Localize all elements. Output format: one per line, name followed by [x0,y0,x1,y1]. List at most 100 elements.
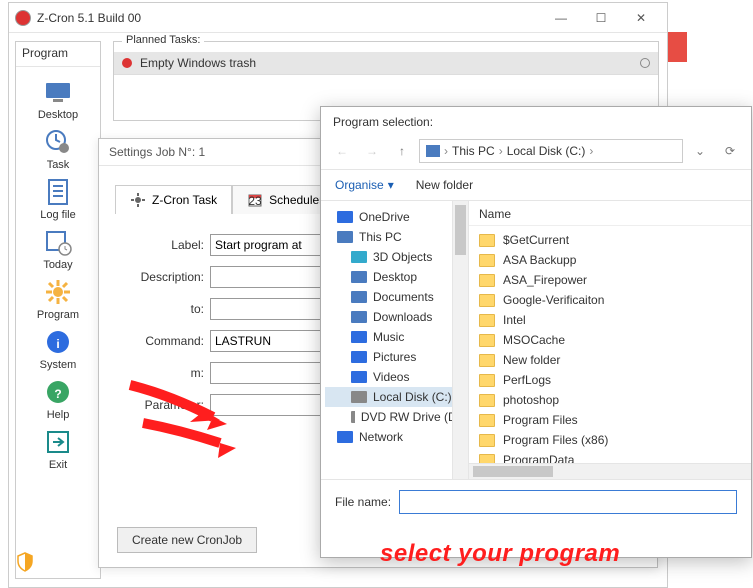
task-indicator-icon [640,58,650,68]
sidebar-item-today[interactable]: Today [16,227,100,271]
list-item-label: Google-Verificaiton [503,293,604,307]
folder-icon [479,234,495,247]
tree-item[interactable]: Pictures [325,347,468,367]
tab-label: Z-Cron Task [152,193,217,207]
nav-back-button[interactable]: ← [329,139,355,163]
tree-item[interactable]: Documents [325,287,468,307]
tree-item[interactable]: Local Disk (C:) [325,387,468,407]
list-item-label: Program Files (x86) [503,433,608,447]
gear-icon [43,277,73,307]
tree-item[interactable]: Videos [325,367,468,387]
list-item[interactable]: Program Files (x86) [469,430,751,450]
list-item[interactable]: MSOCache [469,330,751,350]
calendar-icon: 23 [247,192,263,208]
refresh-button[interactable]: ⟳ [717,139,743,163]
list-item-label: Intel [503,313,526,327]
tree-item-label: Documents [373,290,434,304]
folder-tree-icon [351,390,367,404]
sidebar-item-exit[interactable]: Exit [16,427,100,471]
tree-item[interactable]: 3D Objects [325,247,468,267]
list-item-label: ASA Backupp [503,253,576,267]
folder-icon [479,294,495,307]
breadcrumb-dropdown-button[interactable]: ⌄ [687,139,713,163]
folder-tree-icon [351,350,367,364]
folder-tree-icon [337,230,353,244]
sidebar-item-help[interactable]: ? Help [16,377,100,421]
nav-forward-button[interactable]: → [359,139,385,163]
tab-zcron-task[interactable]: Z-Cron Task [115,185,232,214]
planned-task-row[interactable]: Empty Windows trash [114,52,658,75]
tree-item[interactable]: This PC [325,227,468,247]
nav-up-button[interactable]: ↑ [389,139,415,163]
folder-icon [479,374,495,387]
filename-input[interactable] [399,490,737,514]
tree-item[interactable]: Downloads [325,307,468,327]
tree-item[interactable]: OneDrive [325,207,468,227]
tree-item-label: Desktop [373,270,417,284]
folder-tree-icon [351,270,367,284]
sidebar: Program Desktop Task Log file Today [15,41,101,579]
tree-item[interactable]: Network [325,427,468,447]
chevron-right-icon: › [444,144,448,158]
list-item[interactable]: New folder [469,350,751,370]
tree-item-label: Downloads [373,310,432,324]
list-item[interactable]: photoshop [469,390,751,410]
list-item[interactable]: $GetCurrent [469,230,751,250]
sidebar-header: Program [16,42,100,67]
folder-tree-icon [351,370,367,384]
new-folder-button[interactable]: New folder [416,178,473,192]
sidebar-item-label: Today [43,259,72,271]
clock-gear-icon [43,127,73,157]
tree-item-label: 3D Objects [373,250,432,264]
chevron-down-icon: ▾ [388,178,394,192]
sidebar-item-program[interactable]: Program [16,277,100,321]
create-cronjob-button[interactable]: Create new CronJob [117,527,257,553]
list-scrollbar[interactable] [469,463,751,479]
tree-item-label: Pictures [373,350,416,364]
calendar-clock-icon [43,227,73,257]
breadcrumb-local-disk[interactable]: Local Disk (C:) [507,144,586,158]
organise-menu[interactable]: Organise ▾ [335,178,394,192]
minimize-button[interactable]: — [541,4,581,32]
exit-icon [43,427,73,457]
chevron-right-icon: › [589,144,593,158]
maximize-button[interactable]: ☐ [581,4,621,32]
m-label: m: [115,366,210,380]
tree-item[interactable]: DVD RW Drive (D:) [325,407,468,427]
tree-item[interactable]: Music [325,327,468,347]
list-item[interactable]: Google-Verificaiton [469,290,751,310]
sidebar-item-task[interactable]: Task [16,127,100,171]
info-icon: i [43,327,73,357]
breadcrumb-bar[interactable]: › This PC › Local Disk (C:) › [419,139,683,163]
tree-scrollbar[interactable] [452,201,468,479]
svg-text:23: 23 [248,194,262,208]
list-item[interactable]: ASA Backupp [469,250,751,270]
file-open-dialog: Program selection: ← → ↑ › This PC › Loc… [320,106,752,558]
sidebar-item-label: Desktop [38,109,78,121]
list-item-label: MSOCache [503,333,565,347]
list-item[interactable]: Intel [469,310,751,330]
organise-label: Organise [335,178,384,192]
desktop-icon [43,77,73,107]
folder-tree-icon [351,290,367,304]
description-label: Description: [115,270,210,284]
list-item-label: New folder [503,353,560,367]
list-item-label: PerfLogs [503,373,551,387]
list-item[interactable]: ASA_Firepower [469,270,751,290]
sidebar-item-desktop[interactable]: Desktop [16,77,100,121]
label-label: Label: [115,238,210,252]
list-column-name[interactable]: Name [469,201,751,226]
help-icon: ? [43,377,73,407]
list-item[interactable]: PerfLogs [469,370,751,390]
sidebar-item-logfile[interactable]: Log file [16,177,100,221]
sidebar-item-system[interactable]: i System [16,327,100,371]
folder-icon [479,354,495,367]
list-item[interactable]: Program Files [469,410,751,430]
close-button[interactable]: ✕ [621,4,661,32]
breadcrumb-this-pc[interactable]: This PC [452,144,495,158]
list-item-label: Program Files [503,413,578,427]
folder-icon [479,414,495,427]
tree-item[interactable]: Desktop [325,267,468,287]
folder-tree-icon [337,430,353,444]
folder-icon [479,254,495,267]
